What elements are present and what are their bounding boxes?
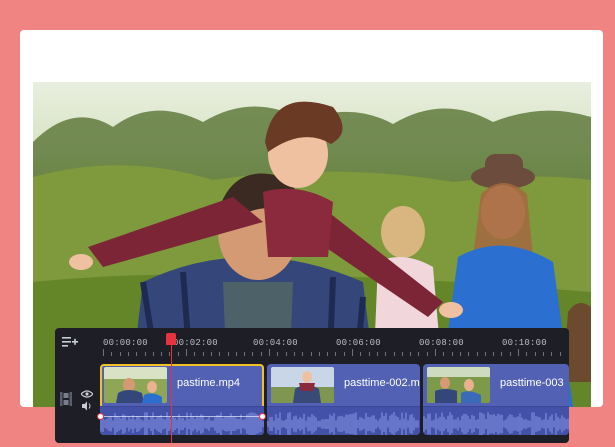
ruler-tick <box>202 352 204 356</box>
clip-name: pastime.mp4 <box>177 377 240 389</box>
ruler-tick <box>269 349 270 356</box>
ruler-tick <box>393 352 395 356</box>
ruler-tick <box>418 352 420 356</box>
ruler-tick <box>111 352 113 356</box>
ruler-tick <box>518 349 519 356</box>
ruler-tick <box>186 349 187 356</box>
ruler-tick <box>551 352 553 356</box>
ruler-tick <box>252 352 254 356</box>
playhead-line <box>170 344 172 443</box>
ruler-tick <box>493 352 495 356</box>
ruler-tick <box>144 352 146 356</box>
timeline-editor: 00:00:00 00:02:00 00:04:00 00:06:00 00:0… <box>55 328 569 443</box>
ruler-tick <box>534 352 536 356</box>
trim-handle-right[interactable] <box>259 413 266 420</box>
audio-icon[interactable] <box>81 401 93 411</box>
trim-handle-left[interactable] <box>97 413 104 420</box>
ruler-label: 00:06:00 <box>336 338 381 348</box>
ruler-tick <box>451 352 453 356</box>
video-track-icon <box>60 392 72 406</box>
ruler-tick <box>360 352 362 356</box>
eye-icon[interactable] <box>80 388 94 398</box>
ruler-tick <box>484 352 486 356</box>
ruler-tick <box>119 352 121 356</box>
clip-thumbnail <box>427 367 490 403</box>
ruler-tick <box>352 349 353 356</box>
timeline-clip[interactable]: pastime.mp4 <box>100 364 264 435</box>
ruler-tick <box>459 352 461 356</box>
ruler-tick <box>260 352 262 356</box>
ruler-tick <box>127 352 129 356</box>
ruler-tick <box>376 352 378 356</box>
ruler-label: 00:10:00 <box>502 338 547 348</box>
ruler-tick <box>435 349 436 356</box>
audio-waveform <box>423 407 569 435</box>
clip-name: pasttime-002.mp4 <box>344 377 420 389</box>
ruler-tick <box>368 352 370 356</box>
ruler-tick <box>401 352 403 356</box>
volume-line[interactable] <box>102 416 262 417</box>
ruler-label: 00:04:00 <box>253 338 298 348</box>
ruler-tick <box>410 352 412 356</box>
clip-name: pasttime-003 <box>500 377 564 389</box>
ruler-tick <box>310 352 312 356</box>
ruler-tick <box>277 352 279 356</box>
ruler-label: 00:08:00 <box>419 338 464 348</box>
ruler-tick <box>542 352 544 356</box>
ruler-tick <box>501 352 503 356</box>
ruler-tick <box>177 352 179 356</box>
clip-thumbnail <box>271 367 334 403</box>
ruler-tick <box>161 352 163 356</box>
ruler-tick <box>526 352 528 356</box>
ruler-tick <box>468 352 470 356</box>
ruler-tick <box>219 352 221 356</box>
ruler-tick <box>244 352 246 356</box>
ruler-tick <box>136 352 138 356</box>
ruler-tick <box>285 352 287 356</box>
ruler-label: 00:02:00 <box>173 338 218 348</box>
ruler-tick <box>235 352 237 356</box>
clip-thumbnail <box>104 367 167 403</box>
ruler-tick <box>194 352 196 356</box>
ruler-tick <box>509 352 511 356</box>
ruler-tick <box>476 352 478 356</box>
ruler-tick <box>426 352 428 356</box>
ruler-tick <box>227 352 229 356</box>
ruler-tick <box>152 352 154 356</box>
timeline-clip[interactable]: pasttime-002.mp4 <box>267 364 420 435</box>
ruler-tick <box>103 349 104 356</box>
add-track-icon[interactable] <box>62 336 78 348</box>
ruler-label: 00:00:00 <box>103 338 148 348</box>
ruler-tick <box>293 352 295 356</box>
ruler-tick <box>443 352 445 356</box>
ruler-tick <box>343 352 345 356</box>
audio-waveform <box>267 407 420 435</box>
ruler-tick <box>335 352 337 356</box>
ruler-tick <box>210 352 212 356</box>
ruler-tick <box>559 352 561 356</box>
ruler-tick <box>385 352 387 356</box>
ruler-tick <box>318 352 320 356</box>
ruler-tick <box>327 352 329 356</box>
ruler-tick <box>302 352 304 356</box>
timeline-clip[interactable]: pasttime-003 <box>423 364 569 435</box>
audio-waveform <box>100 407 264 435</box>
